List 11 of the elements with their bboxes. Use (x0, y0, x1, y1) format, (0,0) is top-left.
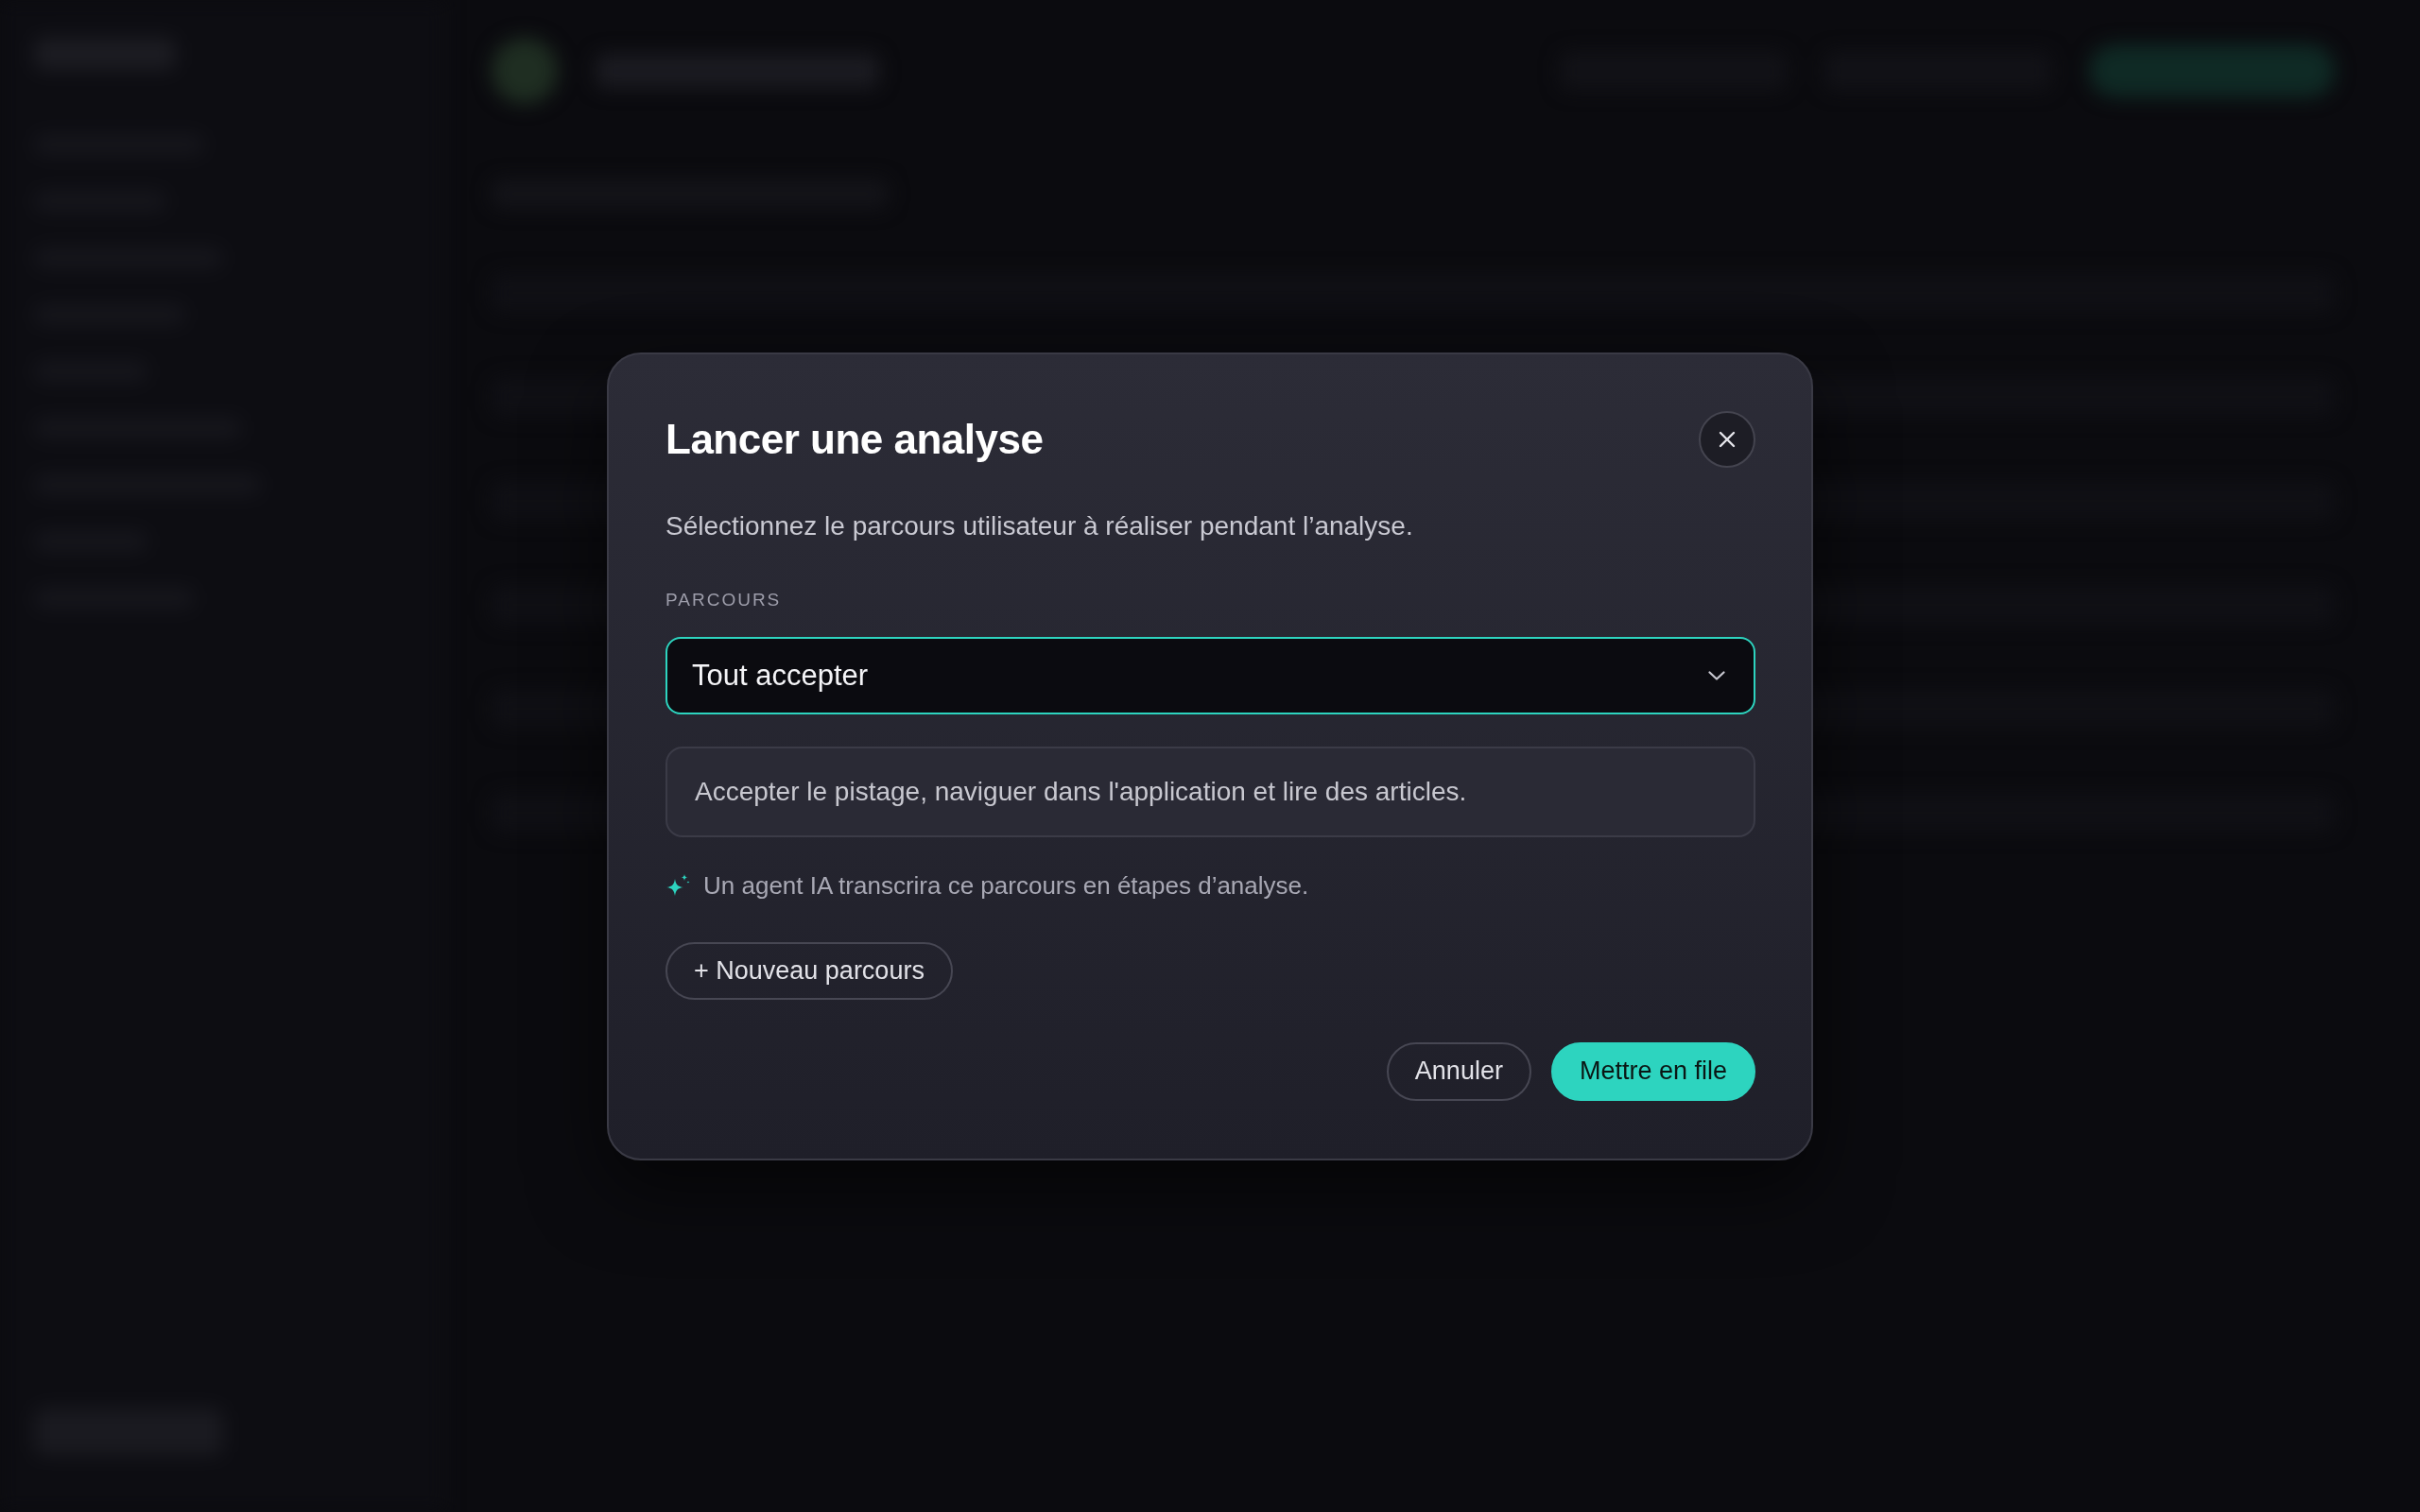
journey-description: Accepter le pistage, naviguer dans l'application et lire des articles. (666, 746, 1755, 837)
chevron-down-icon (1708, 670, 1725, 680)
queue-button[interactable]: Mettre en file (1550, 1041, 1755, 1101)
field-label: PARCOURS (666, 588, 783, 611)
dialog-description: Sélectionnez le parcours utilisateur à réaliser pendant l’analyse. (666, 509, 1414, 542)
journey-select[interactable]: Tout accepter (666, 636, 1755, 714)
close-icon (1718, 429, 1737, 449)
dialog-title: Lancer une analyse (666, 414, 1044, 464)
ai-hint-text: Un agent IA transcrira ce parcours en étapes d’analyse. (703, 869, 1309, 902)
new-journey-button[interactable]: + Nouveau parcours (666, 941, 953, 1000)
cancel-button[interactable]: Annuler (1386, 1041, 1531, 1101)
